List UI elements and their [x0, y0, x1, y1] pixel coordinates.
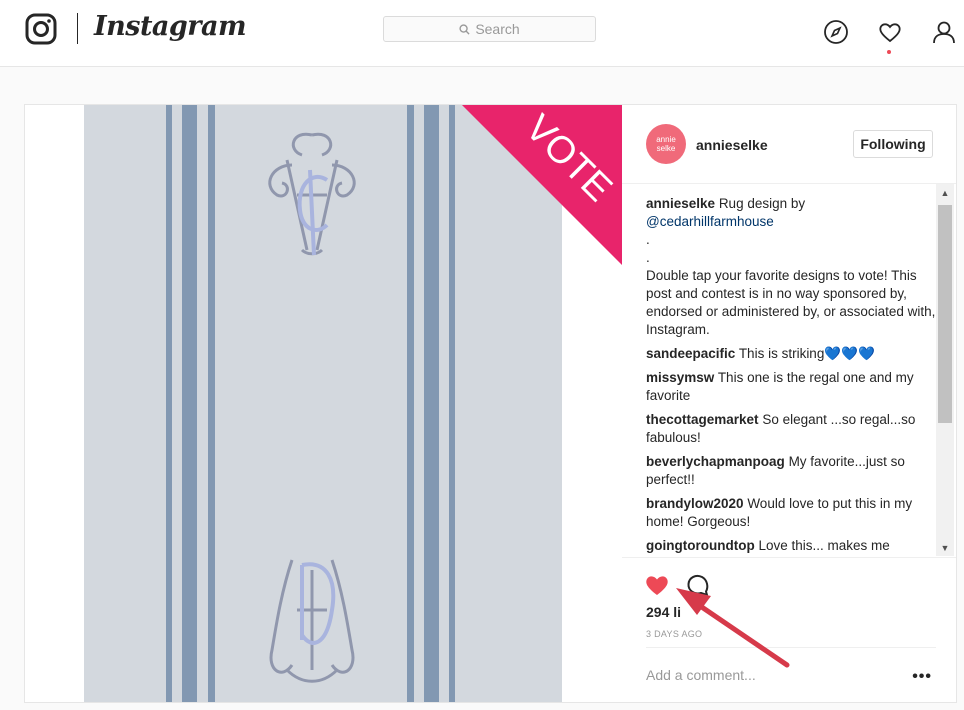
post-actions: 294 li 3 DAYS AGO	[622, 557, 956, 639]
comment-text: This is striking	[738, 346, 825, 361]
caption-line: Double tap your favorite designs to vote…	[646, 268, 936, 337]
comment-username[interactable]: beverlychapmanpoag	[646, 454, 785, 469]
comment-username[interactable]: brandylow2020	[646, 496, 744, 511]
rug-stripe	[208, 105, 215, 702]
top-navigation-bar: Instagram Search	[0, 0, 964, 67]
rug-stripe	[424, 105, 439, 702]
monogram-bottom	[269, 559, 355, 683]
heart-filled-icon[interactable]	[644, 572, 670, 598]
caption-line: .	[646, 250, 650, 265]
rug-stripe	[407, 105, 414, 702]
monogram-top	[268, 132, 356, 256]
more-options-icon[interactable]: •••	[912, 668, 932, 686]
caption: annieselke Rug design by @cedarhillfarmh…	[646, 195, 936, 231]
comment-text: Love this... makes me	[758, 538, 890, 553]
compass-icon[interactable]	[823, 19, 849, 45]
comments-scrollbar[interactable]: ▲ ▼	[936, 184, 954, 556]
person-icon[interactable]	[931, 19, 957, 45]
add-comment-input[interactable]: Add a comment...	[646, 667, 756, 683]
comment-text: Rug design by	[718, 196, 806, 211]
instagram-camera-icon[interactable]	[25, 13, 57, 45]
post-image[interactable]: VOTE	[84, 105, 622, 702]
rug-stripe	[166, 105, 172, 702]
comment-item: missymsw This one is the regal one and m…	[646, 369, 936, 405]
author-username[interactable]: annieselke	[696, 137, 768, 153]
vote-banner: VOTE	[462, 105, 622, 265]
avatar[interactable]: annie selke	[646, 124, 686, 164]
post-header: annie selke annieselke Following	[622, 105, 956, 184]
likes-count[interactable]: 294 li	[646, 604, 681, 620]
scroll-down-arrow-icon[interactable]: ▼	[936, 539, 954, 556]
add-comment-bar: Add a comment... •••	[622, 647, 956, 702]
comment-username[interactable]: thecottagemarket	[646, 412, 759, 427]
comment-username[interactable]: missymsw	[646, 370, 714, 385]
comment-item: sandeepacific This is striking💙💙💙	[646, 345, 936, 363]
caption-line: .	[646, 232, 650, 247]
comment-username[interactable]: goingtoroundtop	[646, 538, 755, 553]
search-placeholder: Search	[475, 21, 520, 37]
following-button[interactable]: Following	[853, 130, 933, 158]
rug-stripe	[182, 105, 197, 702]
instagram-wordmark[interactable]: Instagram	[94, 11, 247, 42]
heart-outline-icon[interactable]	[877, 19, 903, 45]
comment-username[interactable]: annieselke	[646, 196, 715, 211]
rug-stripe	[449, 105, 455, 702]
search-input[interactable]: Search	[383, 16, 596, 42]
post-sidebar: annie selke annieselke Following anniese…	[622, 105, 956, 702]
logo-divider	[77, 13, 78, 44]
comments-list: annieselke Rug design by @cedarhillfarmh…	[646, 195, 936, 557]
search-icon	[459, 23, 470, 35]
notification-dot	[887, 50, 891, 54]
avatar-text: annie selke	[656, 135, 676, 153]
comment-item: thecottagemarket So elegant ...so regal.…	[646, 411, 936, 447]
add-comment-row: Add a comment... •••	[646, 647, 936, 703]
comment-item: beverlychapmanpoag My favorite...just so…	[646, 453, 936, 489]
blue-heart-emoji: 💙💙💙	[824, 346, 875, 361]
scrollbar-thumb[interactable]	[938, 205, 952, 423]
scroll-up-arrow-icon[interactable]: ▲	[936, 184, 954, 201]
comment-username[interactable]: sandeepacific	[646, 346, 735, 361]
timestamp[interactable]: 3 DAYS AGO	[646, 629, 702, 639]
comment-item: brandylow2020 Would love to put this in …	[646, 495, 936, 531]
mention-link[interactable]: @cedarhillfarmhouse	[646, 214, 774, 229]
comment-bubble-icon[interactable]	[685, 572, 711, 598]
comment-item: goingtoroundtop Love this... makes me	[646, 537, 936, 555]
